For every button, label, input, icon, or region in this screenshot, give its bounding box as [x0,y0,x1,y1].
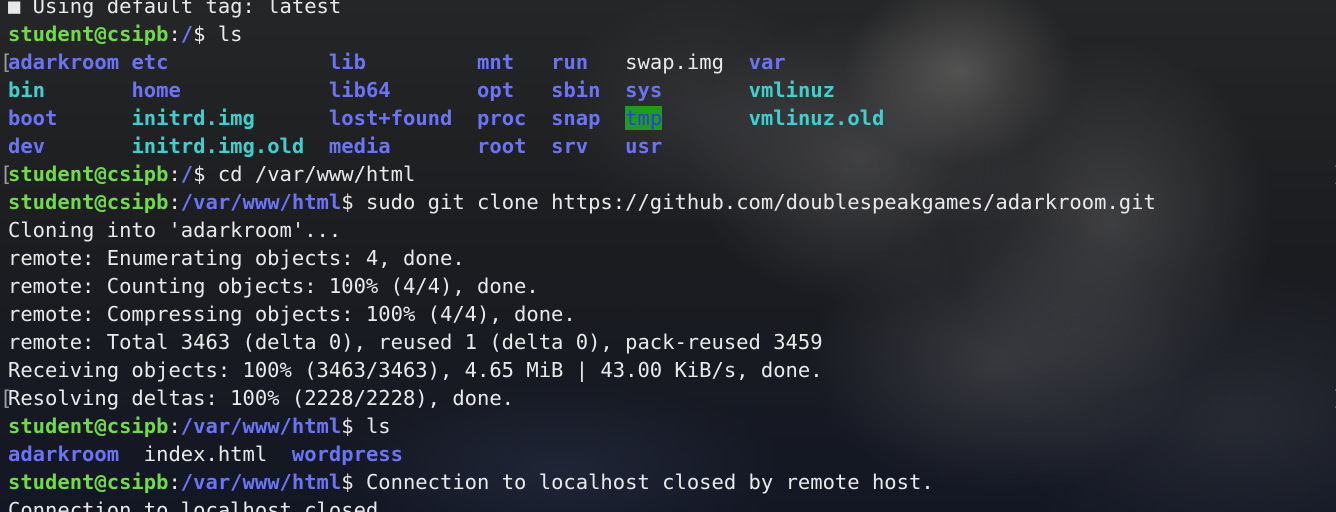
output-text: remote: Enumerating objects: 4, done. [8,246,465,270]
command-text: Connection to localhost closed by remote… [365,470,934,494]
directory-entry: lib64 [328,78,391,102]
output-text: remote: Total 3463 (delta 0), reused 1 (… [8,330,823,354]
line-marker-left: [ [0,386,13,410]
line-marker-right: ] [1332,160,1336,188]
directory-entry: home [131,78,181,102]
prompt-user: student@csipb [8,190,169,214]
directory-entry: sbin [551,78,601,102]
directory-entry: opt [477,78,515,102]
output-line: Cloning into 'adarkroom'... [8,216,1156,244]
prompt-separator: : [168,162,181,186]
directory-entry: adarkroom [8,50,120,74]
file-entry: index.html [143,442,268,466]
directory-entry: snap [551,106,601,130]
directory-entry-highlighted: tmp [625,106,663,130]
ls-output-row: dev initrd.img.old media root srv usr [8,132,1156,160]
terminal-window[interactable]: ■ Using default tag: latest student@csipb… [0,0,1336,512]
directory-entry: proc [477,106,527,130]
ls-output-row: adarkroom index.html wordpress [8,440,1156,468]
command-text: sudo git clone https://github.com/double… [365,190,1156,214]
line-marker-right: ] [1332,384,1336,412]
prompt-path: / [180,162,194,186]
prompt-symbol: $ [341,414,366,438]
prompt-path: /var/www/html [180,470,342,494]
directory-entry: boot [8,106,58,130]
line-marker-left: [ [0,162,13,186]
output-text: remote: Counting objects: 100% (4/4), do… [8,274,539,298]
prompt-line: student@csipb:/$ ls [8,20,1156,48]
directory-entry: adarkroom [8,442,120,466]
prompt-line: [student@csipb:/$ cd /var/www/html] [0,160,1336,188]
output-text: remote: Compressing objects: 100% (4/4),… [8,302,576,326]
output-text: Resolving deltas: 100% (2228/2228), done… [8,386,515,410]
prompt-user: student@csipb [8,22,169,46]
prompt-line: student@csipb:/var/www/html$ sudo git cl… [8,188,1156,216]
prompt-user: student@csipb [8,414,169,438]
directory-entry: wordpress [291,442,403,466]
output-line: Receiving objects: 100% (3463/3463), 4.6… [8,356,1156,384]
directory-entry: root [477,134,527,158]
output-text: Receiving objects: 100% (3463/3463), 4.6… [8,358,823,382]
prompt-user: student@csipb [8,470,169,494]
ls-output-row: boot initrd.img lost+found proc snap tmp… [8,104,1156,132]
link-entry: initrd.img [131,106,255,130]
terminal-output: ■ Using default tag: latest student@csipb… [0,0,1336,512]
file-entry: swap.img [625,50,724,74]
command-text: cd /var/www/html [217,162,416,186]
directory-entry: lost+found [328,106,453,130]
directory-entry: media [328,134,391,158]
prompt-symbol: $ [341,190,366,214]
output-text: Connection to localhost closed. [8,498,391,512]
directory-entry: lib [328,50,366,74]
directory-entry: srv [551,134,589,158]
prompt-path: /var/www/html [180,414,342,438]
prompt-symbol: $ [193,22,218,46]
output-line: remote: Counting objects: 100% (4/4), do… [8,272,1156,300]
output-line: [Resolving deltas: 100% (2228/2228), don… [0,384,1336,412]
link-entry: vmlinuz [748,78,836,102]
output-line: remote: Compressing objects: 100% (4/4),… [8,300,1156,328]
prompt-user: student@csipb [8,162,169,186]
prompt-symbol: $ [341,470,366,494]
link-entry: bin [8,78,46,102]
prompt-line: student@csipb:/var/www/html$ Connection … [8,468,1156,496]
link-entry: initrd.img.old [131,134,305,158]
prompt-separator: : [168,470,181,494]
output-line: remote: Total 3463 (delta 0), reused 1 (… [8,328,1156,356]
link-entry: vmlinuz.old [748,106,885,130]
directory-entry: dev [8,134,46,158]
directory-entry: mnt [477,50,515,74]
prompt-line: student@csipb:/var/www/html$ ls [8,412,1156,440]
line-marker-left: [ [0,50,13,74]
ls-output-row: [adarkroom etc lib mnt run swap.img var [0,48,1156,76]
command-text: ls [365,414,391,438]
prompt-path: /var/www/html [180,190,342,214]
prompt-separator: : [168,190,181,214]
directory-entry: run [551,50,589,74]
directory-entry: etc [131,50,169,74]
prompt-separator: : [168,414,181,438]
prompt-separator: : [168,22,181,46]
directory-entry: sys [625,78,663,102]
command-text: ls [217,22,243,46]
output-line: Connection to localhost closed. [8,496,1156,512]
partial-line: ■ Using default tag: latest [8,0,1156,20]
output-text: Cloning into 'adarkroom'... [8,218,342,242]
output-text: ■ Using default tag: latest [8,0,342,18]
prompt-path: / [180,22,194,46]
output-line: remote: Enumerating objects: 4, done. [8,244,1156,272]
prompt-symbol: $ [193,162,218,186]
directory-entry: usr [625,134,663,158]
ls-output-row: bin home lib64 opt sbin sys vmlinuz [8,76,1156,104]
directory-entry: var [748,50,786,74]
